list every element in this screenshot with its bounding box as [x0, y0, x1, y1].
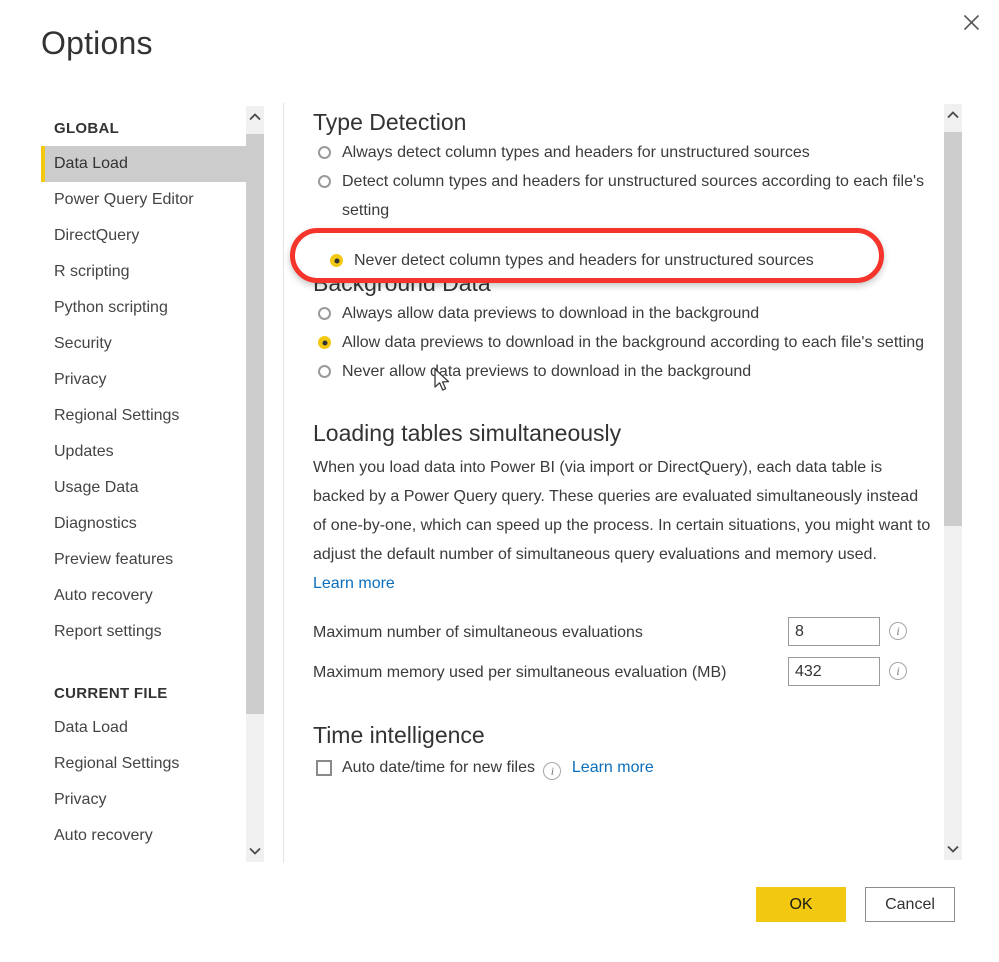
sidebar-item-data-load[interactable]: Data Load — [41, 146, 246, 182]
field-label: Maximum number of simultaneous evaluatio… — [313, 624, 643, 641]
scroll-up-icon[interactable] — [246, 106, 264, 128]
radio-row-always-detect[interactable]: Always detect column types and headers f… — [313, 138, 933, 167]
section-heading-type-detection: Type Detection — [313, 109, 467, 135]
sidebar-item-label: Report settings — [54, 623, 162, 640]
sidebar-item-current-privacy[interactable]: Privacy — [41, 782, 246, 818]
radio-icon[interactable] — [330, 254, 343, 267]
field-row-max-evaluations: Maximum number of simultaneous evaluatio… — [313, 617, 933, 648]
radio-label: Detect column types and headers for unst… — [342, 173, 925, 219]
sidebar: GLOBAL Data Load Power Query Editor Dire… — [41, 106, 246, 862]
info-icon[interactable]: i — [889, 622, 907, 640]
sidebar-item-label: Auto recovery — [54, 587, 153, 604]
sidebar-item-usage-data[interactable]: Usage Data — [41, 470, 246, 506]
sidebar-item-label: Privacy — [54, 791, 107, 808]
loading-tables-description-text: When you load data into Power BI (via im… — [313, 459, 931, 563]
scroll-down-icon[interactable] — [944, 838, 962, 860]
close-icon — [963, 14, 980, 31]
panel-divider — [283, 103, 284, 863]
radio-label: Allow data previews to download in the b… — [342, 334, 925, 351]
sidebar-item-current-auto-recovery[interactable]: Auto recovery — [41, 818, 246, 854]
sidebar-item-privacy[interactable]: Privacy — [41, 362, 246, 398]
sidebar-item-label: Regional Settings — [54, 755, 180, 772]
sidebar-item-label: Usage Data — [54, 479, 139, 496]
radio-row-detect-per-file[interactable]: Detect column types and headers for unst… — [313, 167, 933, 225]
sidebar-item-label: Diagnostics — [54, 515, 137, 532]
radio-label: Always detect column types and headers f… — [342, 144, 810, 161]
radio-icon[interactable] — [318, 336, 331, 349]
section-heading-loading-tables: Loading tables simultaneously — [313, 420, 622, 446]
sidebar-item-label: Privacy — [54, 371, 107, 388]
sidebar-scrollbar-thumb[interactable] — [246, 134, 264, 714]
sidebar-item-label: Security — [54, 335, 112, 352]
checkbox-icon[interactable] — [316, 760, 332, 776]
sidebar-item-label: Python scripting — [54, 299, 168, 316]
radio-label: Never allow data previews to download in… — [342, 363, 752, 380]
checkbox-label: Auto date/time for new files — [342, 759, 535, 776]
sidebar-item-preview-features[interactable]: Preview features — [41, 542, 246, 578]
radio-row-never-allow-previews[interactable]: Never allow data previews to download in… — [313, 357, 933, 386]
checkbox-row-auto-date-time[interactable]: Auto date/time for new files i Learn mor… — [313, 753, 933, 782]
sidebar-item-label: Data Load — [54, 155, 128, 172]
radio-row-always-allow-previews[interactable]: Always allow data previews to download i… — [313, 299, 933, 328]
max-evaluations-input[interactable] — [788, 617, 880, 646]
sidebar-item-security[interactable]: Security — [41, 326, 246, 362]
info-icon[interactable]: i — [543, 762, 562, 780]
sidebar-group-title-current-file: CURRENT FILE — [54, 685, 168, 702]
settings-panel: Type Detection Always detect column type… — [313, 106, 933, 858]
page-title: Options — [41, 25, 153, 61]
sidebar-item-label: Updates — [54, 443, 114, 460]
sidebar-scrollbar[interactable] — [246, 106, 264, 862]
cancel-button[interactable]: Cancel — [865, 887, 955, 922]
learn-more-link-time-intelligence[interactable]: Learn more — [572, 759, 654, 776]
dialog-footer: OK Cancel — [0, 884, 999, 962]
sidebar-item-python-scripting[interactable]: Python scripting — [41, 290, 246, 326]
options-dialog: Options GLOBAL Data Load Power Query Edi… — [0, 0, 999, 962]
radio-label: Never detect column types and headers fo… — [354, 252, 814, 269]
loading-tables-description: When you load data into Power BI (via im… — [313, 453, 933, 598]
sidebar-item-label: Data Load — [54, 719, 128, 736]
radio-icon[interactable] — [318, 175, 331, 188]
sidebar-item-r-scripting[interactable]: R scripting — [41, 254, 246, 290]
sidebar-item-power-query-editor[interactable]: Power Query Editor — [41, 182, 246, 218]
sidebar-item-label: Power Query Editor — [54, 191, 194, 208]
close-button[interactable] — [949, 4, 993, 40]
sidebar-item-label: Preview features — [54, 551, 174, 568]
radio-row-never-detect[interactable]: Never detect column types and headers fo… — [325, 249, 814, 272]
sidebar-item-label: DirectQuery — [54, 227, 140, 244]
info-icon[interactable]: i — [889, 662, 907, 680]
sidebar-item-label: R scripting — [54, 263, 130, 280]
sidebar-item-current-regional-settings[interactable]: Regional Settings — [41, 746, 246, 782]
learn-more-link-loading-tables[interactable]: Learn more — [313, 575, 395, 592]
sidebar-item-label: Regional Settings — [54, 407, 180, 424]
field-label: Maximum memory used per simultaneous eva… — [313, 664, 727, 681]
scroll-up-icon[interactable] — [944, 104, 962, 126]
section-heading-time-intelligence: Time intelligence — [313, 722, 485, 748]
ok-button[interactable]: OK — [756, 887, 846, 922]
radio-label: Always allow data previews to download i… — [342, 305, 760, 322]
sidebar-item-updates[interactable]: Updates — [41, 434, 246, 470]
scroll-down-icon[interactable] — [246, 840, 264, 862]
radio-icon[interactable] — [318, 307, 331, 320]
radio-icon[interactable] — [318, 146, 331, 159]
sidebar-item-regional-settings[interactable]: Regional Settings — [41, 398, 246, 434]
content-scrollbar[interactable] — [944, 104, 962, 860]
field-row-max-memory: Maximum memory used per simultaneous eva… — [313, 657, 933, 688]
radio-icon[interactable] — [318, 365, 331, 378]
max-memory-input[interactable] — [788, 657, 880, 686]
radio-row-allow-previews-per-file[interactable]: Allow data previews to download in the b… — [313, 328, 933, 357]
sidebar-item-directquery[interactable]: DirectQuery — [41, 218, 246, 254]
sidebar-item-label: Auto recovery — [54, 827, 153, 844]
content-scrollbar-thumb[interactable] — [944, 132, 962, 526]
sidebar-group-title-global: GLOBAL — [54, 120, 120, 137]
sidebar-item-current-data-load[interactable]: Data Load — [41, 710, 246, 746]
sidebar-item-auto-recovery[interactable]: Auto recovery — [41, 578, 246, 614]
sidebar-item-report-settings[interactable]: Report settings — [41, 614, 246, 650]
annotation-highlight-box: Never detect column types and headers fo… — [290, 228, 884, 283]
sidebar-item-diagnostics[interactable]: Diagnostics — [41, 506, 246, 542]
